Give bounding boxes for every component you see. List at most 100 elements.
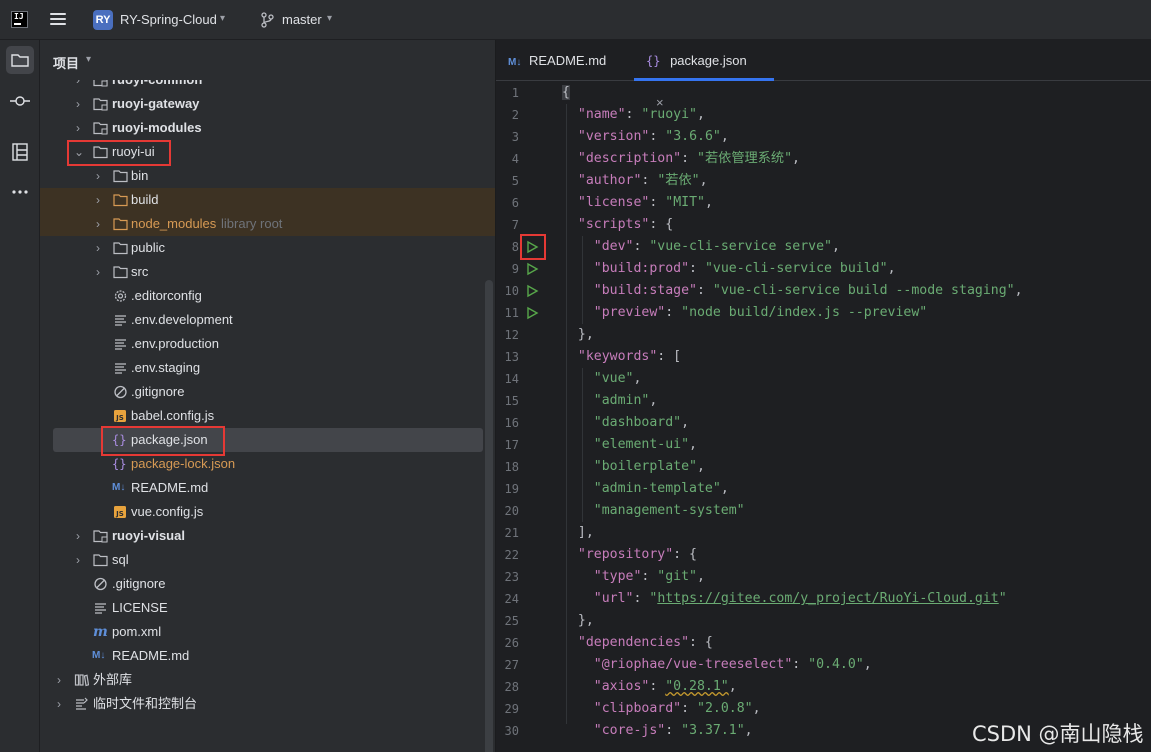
highlight-box — [101, 426, 225, 456]
tab-package-json[interactable]: {} package.json × — [634, 40, 774, 110]
chevron-right-icon[interactable]: › — [57, 668, 69, 692]
chevron-right-icon[interactable]: › — [96, 212, 108, 236]
line-number: 16 — [504, 416, 519, 430]
tree-item-label: ruoyi-gateway — [112, 96, 200, 111]
chevron-right-icon[interactable]: › — [76, 524, 88, 548]
code-line: "dependencies": { — [577, 635, 713, 650]
tree-item-license[interactable]: LICENSE — [40, 596, 495, 620]
tree-item-ruoyi-gateway[interactable]: › ruoyi-gateway — [40, 92, 495, 116]
tree-item-bin[interactable]: › bin — [40, 164, 495, 188]
line-number: 30 — [504, 724, 519, 738]
tree-item-sql[interactable]: › sql — [40, 548, 495, 572]
tree-item-gitignore[interactable]: .gitignore — [40, 380, 495, 404]
git-branch-icon[interactable] — [260, 12, 274, 28]
project-badge[interactable]: RY — [93, 10, 113, 30]
code-line: "boilerplate", — [593, 459, 705, 474]
line-number: 1 — [511, 86, 519, 100]
tree-item-src[interactable]: › src — [40, 260, 495, 284]
active-tab-indicator — [634, 78, 774, 81]
chevron-right-icon[interactable]: › — [76, 92, 88, 116]
tree-item-label: sql — [112, 552, 129, 567]
run-icon[interactable] — [525, 262, 539, 276]
tree-item-env-production[interactable]: .env.production — [40, 332, 495, 356]
tree-item-external-libraries[interactable]: › 外部库 — [40, 668, 495, 692]
tree-item-scratches[interactable]: › 临时文件和控制台 — [40, 692, 495, 716]
excluded-folder-icon — [113, 194, 128, 207]
tree-item-editorconfig[interactable]: .editorconfig — [40, 284, 495, 308]
panel-title[interactable]: 项目 — [53, 53, 79, 72]
chevron-right-icon[interactable]: › — [96, 188, 108, 212]
highlight-box — [67, 140, 171, 166]
tree-item-pom-xml[interactable]: m pom.xml — [40, 620, 495, 644]
text-file-icon — [115, 315, 126, 326]
branch-selector[interactable]: master — [282, 12, 322, 27]
tree-item-readme[interactable]: M↓ README.md — [40, 476, 495, 500]
line-number: 10 — [504, 284, 519, 298]
chevron-right-icon[interactable]: › — [96, 236, 108, 260]
tree-item-env-staging[interactable]: .env.staging — [40, 356, 495, 380]
line-number: 19 — [504, 482, 519, 496]
chevron-right-icon[interactable]: › — [76, 548, 88, 572]
code-line: "license": "MIT", — [577, 195, 713, 210]
tree-item-ruoyi-modules[interactable]: › ruoyi-modules — [40, 116, 495, 140]
tree-item-vue-config[interactable]: JS vue.config.js — [40, 500, 495, 524]
app-logo-icon[interactable]: IJ — [11, 11, 28, 28]
tree-item-label: .env.development — [131, 312, 233, 327]
chevron-down-icon[interactable]: ▾ — [86, 54, 91, 65]
chevron-right-icon[interactable]: › — [57, 692, 69, 716]
ignore-file-icon — [114, 385, 127, 399]
project-selector[interactable]: RY-Spring-Cloud — [120, 12, 217, 27]
tree-item-label: bin — [131, 168, 149, 183]
tab-label: package.json — [670, 53, 747, 68]
tree-item-root-readme[interactable]: M↓ README.md — [40, 644, 495, 668]
tab-label: README.md — [528, 53, 607, 68]
folder-icon — [113, 266, 128, 279]
tree-item-ruoyi-visual[interactable]: › ruoyi-visual — [40, 524, 495, 548]
project-tool-icon[interactable] — [6, 46, 34, 74]
tree-item-label: .env.staging — [131, 360, 201, 375]
markdown-file-icon: M↓ — [508, 57, 522, 68]
tree-item-public[interactable]: › public — [40, 236, 495, 260]
code-line: "description": "若依管理系统", — [577, 151, 800, 166]
text-file-icon — [115, 363, 126, 374]
tree-item-babel-config[interactable]: JS babel.config.js — [40, 404, 495, 428]
code-line: "core-js": "3.37.1", — [593, 723, 753, 738]
tree-item-build[interactable]: › build — [40, 188, 495, 212]
tab-readme[interactable]: M↓ README.md — [508, 40, 606, 81]
line-number: 26 — [504, 636, 519, 650]
text-file-icon — [115, 339, 126, 350]
chevron-right-icon[interactable]: › — [96, 260, 108, 284]
maven-file-icon: m — [93, 624, 108, 640]
tree-item-label: vue.config.js — [131, 504, 204, 519]
code-line: "keywords": [ — [577, 349, 682, 364]
code-line: "scripts": { — [577, 217, 674, 232]
library-root-suffix: library root — [221, 216, 283, 231]
structure-tool-icon[interactable] — [6, 138, 34, 166]
line-number: 18 — [504, 460, 519, 474]
tree-item-label: .gitignore — [112, 576, 166, 591]
line-number: 8 — [511, 240, 519, 254]
vertical-scrollbar[interactable] — [485, 280, 493, 752]
repository-url-link[interactable]: https://gitee.com/y_project/RuoYi-Cloud.… — [657, 591, 998, 606]
chevron-right-icon[interactable]: › — [96, 164, 108, 188]
chevron-down-icon[interactable]: ▾ — [220, 13, 225, 24]
code-editor[interactable]: { "name": "ruoyi", "version": "3.6.6", "… — [562, 82, 1151, 752]
tree-item-ruoyi-common[interactable]: › ruoyi-common — [40, 80, 495, 92]
main-menu-icon[interactable] — [50, 13, 66, 26]
run-icon[interactable] — [525, 284, 539, 298]
line-number: 6 — [511, 196, 519, 210]
module-folder-icon — [93, 98, 108, 111]
commit-tool-icon[interactable] — [6, 87, 34, 115]
chevron-down-icon[interactable]: ▾ — [327, 13, 332, 24]
code-line: "vue", — [593, 371, 642, 386]
run-icon[interactable] — [525, 306, 539, 320]
chevron-right-icon[interactable]: › — [76, 116, 88, 140]
more-tools-icon[interactable] — [6, 178, 34, 206]
tree-item-env-development[interactable]: .env.development — [40, 308, 495, 332]
module-folder-icon — [93, 530, 108, 543]
tree-item-root-gitignore[interactable]: .gitignore — [40, 572, 495, 596]
line-number: 17 — [504, 438, 519, 452]
code-line: "element-ui", — [593, 437, 697, 452]
tree-item-node-modules[interactable]: › node_modules library root — [40, 212, 495, 236]
chevron-right-icon[interactable]: › — [76, 80, 88, 92]
